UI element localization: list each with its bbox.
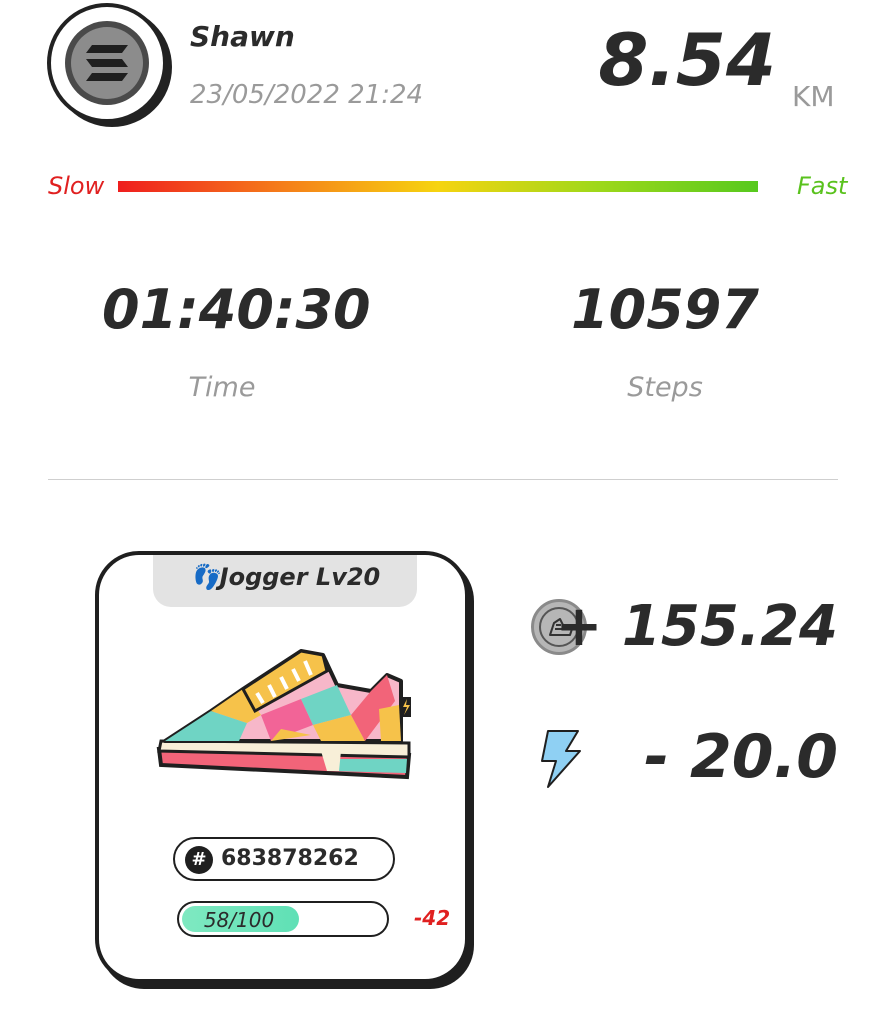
hash-icon: # <box>185 846 213 874</box>
time-label: Time <box>188 372 256 403</box>
energy-spent: - 20.0 <box>644 722 838 792</box>
sneaker-type-label: 👣Jogger Lv20 <box>189 563 381 591</box>
divider <box>48 479 838 480</box>
steps-value: 10597 <box>571 278 759 341</box>
durability-bar: 58/100 <box>177 901 389 937</box>
sneaker-card[interactable]: 👣Jogger Lv20 # 683878262 58/100 <box>95 551 469 983</box>
speed-slow-label: Slow <box>48 172 105 200</box>
time-value: 01:40:30 <box>102 278 371 341</box>
sneaker-icon <box>156 649 412 780</box>
solana-logo-icon <box>86 45 128 81</box>
avatar <box>47 3 167 123</box>
durability-delta: -42 <box>414 906 451 930</box>
distance-value: 8.54 <box>598 18 776 102</box>
speed-fast-label: Fast <box>797 172 848 200</box>
activity-datetime: 23/05/2022 21:24 <box>190 80 424 110</box>
speed-gradient-bar <box>118 181 758 192</box>
sneaker-id: 683878262 <box>221 846 359 871</box>
earned-amount: + 155.24 <box>555 594 838 659</box>
username: Shawn <box>190 20 295 53</box>
lightning-bolt-icon <box>541 730 581 788</box>
steps-label: Steps <box>627 372 703 403</box>
sneaker-id-badge: # 683878262 <box>173 837 395 881</box>
distance-unit: KM <box>792 80 835 113</box>
durability-text: 58/100 <box>203 908 275 932</box>
sneaker-type-tab: 👣Jogger Lv20 <box>153 555 417 607</box>
